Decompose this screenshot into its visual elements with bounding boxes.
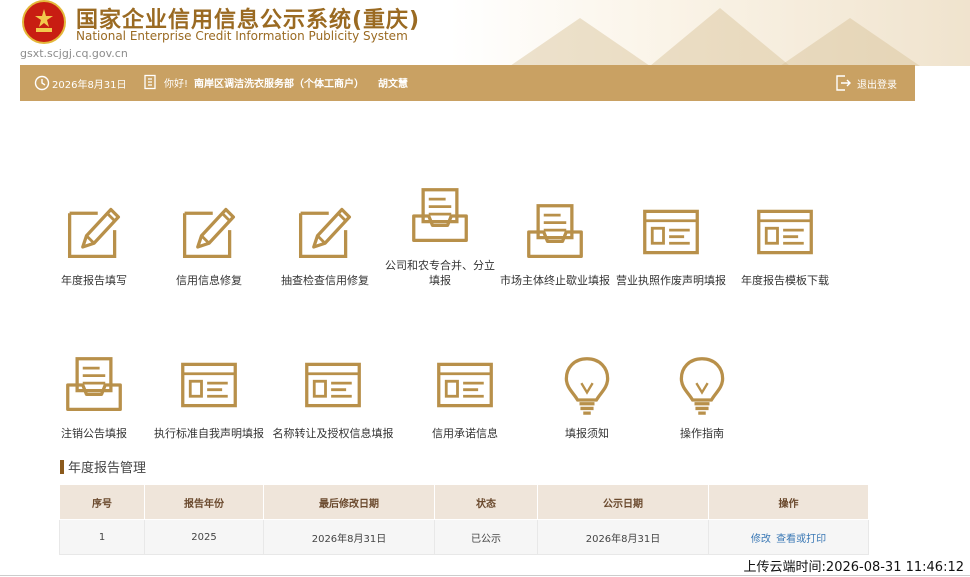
tile-label: 信用信息修复 — [176, 274, 242, 287]
tile-license-void-statement[interactable]: 营业执照作废声明填报 — [613, 202, 729, 288]
tile-operation-guide[interactable]: 操作指南 — [658, 355, 746, 441]
document-card-icon — [303, 355, 363, 415]
cell-modified-date: 2026年8月31日 — [263, 519, 435, 555]
cell-published-date: 2026年8月31日 — [537, 519, 709, 555]
inbox-tray-icon — [410, 186, 470, 246]
tile-name-transfer-authorization[interactable]: 名称转让及授权信息填报 — [268, 355, 398, 441]
tile-standard-self-declaration[interactable]: 执行标准自我声明填报 — [150, 355, 268, 441]
national-emblem-icon — [22, 0, 66, 44]
column-header: 报告年份 — [144, 484, 264, 520]
tile-label-line1: 公司和农专合并、分立 — [385, 259, 495, 272]
table-row: 1 2025 2026年8月31日 已公示 2026年8月31日 修改 查看或打… — [59, 519, 869, 555]
upload-time: 上传云端时间:2026-08-31 11:46:12 — [743, 560, 964, 575]
company-name: 南岸区调洁洗衣服务部（个体工商户） — [194, 78, 365, 90]
cell-year: 2025 — [144, 519, 264, 555]
user-navbar: 2026年8月31日 你好! 南岸区调洁洗衣服务部（个体工商户） 胡文慧 退出登… — [20, 65, 915, 101]
date-text: 2026年8月31日 — [52, 79, 127, 91]
user-info: 你好! 南岸区调洁洗衣服务部（个体工商户） 胡文慧 — [142, 74, 408, 90]
building-icon — [144, 74, 156, 90]
column-header: 操作 — [708, 484, 869, 520]
document-card-icon — [179, 355, 239, 415]
tile-label: 抽查检查信用修复 — [281, 274, 369, 287]
edit-link[interactable]: 修改 — [751, 534, 771, 545]
tile-annual-report-fill[interactable]: 年度报告填写 — [50, 202, 138, 288]
tile-label: 名称转让及授权信息填报 — [272, 427, 394, 440]
pencil-form-icon — [179, 202, 239, 262]
section-title-text: 年度报告管理 — [68, 461, 147, 476]
tile-label: 注销公告填报 — [61, 427, 127, 440]
pencil-form-icon — [64, 202, 124, 262]
header-banner: 国家企业信用信息公示系统(重庆) National Enterprise Cre… — [0, 0, 970, 66]
mountain-background — [450, 0, 970, 66]
site-domain: gsxt.scjgj.cq.gov.cn — [20, 47, 128, 60]
tile-label: 信用承诺信息 — [432, 427, 498, 440]
tile-label: 市场主体终止歇业填报 — [500, 274, 610, 287]
tile-label: 执行标准自我声明填报 — [154, 427, 264, 440]
cell-no: 1 — [59, 519, 145, 555]
tile-label-line2: 填报 — [429, 274, 451, 287]
section-title: 年度报告管理 — [60, 457, 146, 476]
cell-status: 已公示 — [434, 519, 538, 555]
table-header-row: 序号 报告年份 最后修改日期 状态 公示日期 操作 — [59, 484, 869, 520]
logout-icon — [836, 75, 851, 91]
logout-button[interactable]: 退出登录 — [835, 74, 897, 92]
lightbulb-icon — [557, 355, 617, 415]
tile-filing-instructions[interactable]: 填报须知 — [543, 355, 631, 441]
tile-label: 年度报告填写 — [61, 274, 127, 287]
tile-deregistration-notice[interactable]: 注销公告填报 — [50, 355, 138, 441]
section-marker — [60, 459, 64, 474]
column-header: 序号 — [59, 484, 145, 520]
cell-actions: 修改 查看或打印 — [708, 519, 869, 555]
tile-credit-commitment[interactable]: 信用承诺信息 — [415, 355, 515, 441]
document-card-icon — [755, 202, 815, 262]
column-header: 状态 — [434, 484, 538, 520]
lightbulb-icon — [672, 355, 732, 415]
column-header: 公示日期 — [537, 484, 709, 520]
annual-report-table: 序号 报告年份 最后修改日期 状态 公示日期 操作 1 2025 2026年8月… — [59, 484, 869, 555]
column-header: 最后修改日期 — [263, 484, 435, 520]
view-print-link[interactable]: 查看或打印 — [776, 534, 826, 545]
document-card-icon — [435, 355, 495, 415]
user-name: 胡文慧 — [378, 78, 409, 90]
greeting-text: 你好! — [164, 78, 189, 90]
tile-label: 操作指南 — [680, 427, 724, 440]
inbox-tray-icon — [64, 355, 124, 415]
current-date: 2026年8月31日 — [34, 75, 127, 91]
tile-merger-split-fill[interactable]: 公司和农专合并、分立 填报 — [380, 186, 500, 288]
site-title-english: National Enterprise Credit Information P… — [76, 29, 408, 43]
document-card-icon — [641, 202, 701, 262]
logout-label: 退出登录 — [857, 79, 897, 91]
tile-termination-suspension-fill[interactable]: 市场主体终止歇业填报 — [497, 202, 613, 288]
divider — [0, 575, 970, 576]
pencil-form-icon — [295, 202, 355, 262]
tile-credit-repair[interactable]: 信用信息修复 — [165, 202, 253, 288]
tile-label: 营业执照作废声明填报 — [616, 274, 726, 287]
tile-report-template-download[interactable]: 年度报告模板下载 — [735, 202, 835, 288]
clock-icon — [34, 75, 50, 91]
tile-label: 年度报告模板下载 — [741, 274, 829, 287]
tile-inspection-credit-repair[interactable]: 抽查检查信用修复 — [275, 202, 375, 288]
inbox-tray-icon — [525, 202, 585, 262]
tile-label: 填报须知 — [565, 427, 609, 440]
